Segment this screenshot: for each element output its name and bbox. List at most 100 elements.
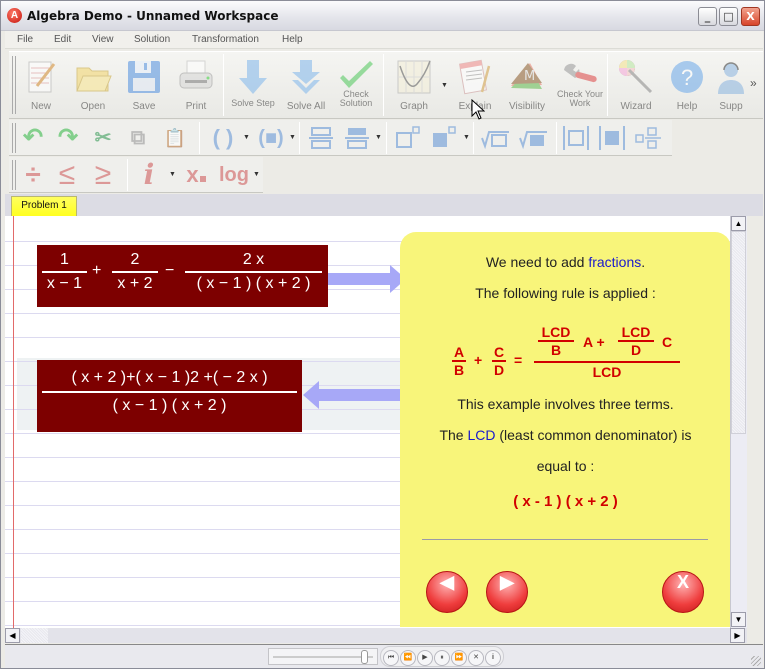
graph-button[interactable]: Graph xyxy=(389,54,439,116)
vertical-scrollbar[interactable]: ▲ ▼ xyxy=(730,216,747,628)
next-step-button[interactable]: ▶ xyxy=(486,571,528,613)
playback-speed-slider[interactable] xyxy=(268,648,378,665)
horizontal-scrollbar[interactable]: ◀ ▶ xyxy=(5,628,747,643)
scroll-down-button[interactable]: ▼ xyxy=(731,612,746,627)
power-filled-button[interactable] xyxy=(429,124,459,152)
graph-dropdown-icon[interactable]: ▼ xyxy=(441,82,448,89)
fraction-filled-button[interactable] xyxy=(343,124,371,152)
minimize-button[interactable]: _ xyxy=(698,7,717,26)
explanation-line-4: The LCD (least common denominator) is xyxy=(400,427,731,443)
pause-button[interactable]: ⏸ xyxy=(434,650,450,666)
solve-step-button[interactable]: Solve Step xyxy=(231,54,275,116)
paste-button[interactable]: 📋 xyxy=(161,124,189,152)
subscript-button[interactable]: x xyxy=(181,161,211,189)
help-button[interactable]: ? Help xyxy=(665,54,709,116)
log-dropdown-icon[interactable]: ▼ xyxy=(253,171,260,178)
solve-all-button[interactable]: Solve All xyxy=(281,54,331,116)
maximize-button[interactable]: □ xyxy=(719,7,738,26)
tab-problem-1[interactable]: Problem 1 xyxy=(11,196,77,216)
previous-step-button[interactable]: ◀ xyxy=(426,571,468,613)
result-expression[interactable]: ( x + 2 )+( x − 1 )2 +( − 2 x ) ( x − 1 … xyxy=(37,360,302,432)
open-button[interactable]: Open xyxy=(71,54,115,116)
operators-toolbar: ÷ ≤ ≥ i ▼ x log ▼ xyxy=(9,157,263,193)
divide-button[interactable]: ÷ xyxy=(19,161,47,189)
slider-thumb[interactable] xyxy=(361,650,368,664)
new-button[interactable]: New xyxy=(21,54,61,116)
original-expression[interactable]: 1 x − 1 + 2 x + 2 − 2 x ( x − 1 ) ( x + … xyxy=(37,245,328,307)
divide-icon: ÷ xyxy=(25,159,41,190)
scroll-right-button[interactable]: ▶ xyxy=(730,628,745,643)
power-button[interactable] xyxy=(393,124,423,152)
undo-icon: ↶ xyxy=(22,124,44,151)
check-your-work-button[interactable]: Check Your Work xyxy=(555,54,605,116)
scroll-up-button[interactable]: ▲ xyxy=(731,216,746,231)
parentheses-button[interactable]: ( ) xyxy=(205,124,241,152)
skip-to-start-button[interactable]: ⏮ xyxy=(383,650,399,666)
check-solution-button[interactable]: Check Solution xyxy=(335,54,377,116)
copy-button[interactable]: ⧉ xyxy=(124,124,152,152)
toolbar-grip[interactable] xyxy=(12,160,16,190)
menu-help[interactable]: Help xyxy=(282,34,303,45)
graph-label: Graph xyxy=(400,101,428,112)
menu-bar: File Edit View Solution Transformation H… xyxy=(5,31,763,49)
redo-button[interactable]: ↷ xyxy=(54,124,82,152)
fast-forward-button[interactable]: ⏩ xyxy=(451,650,467,666)
lcd-link[interactable]: LCD xyxy=(467,427,495,443)
scroll-left-button[interactable]: ◀ xyxy=(5,628,20,643)
power-dropdown-icon[interactable]: ▼ xyxy=(463,134,470,141)
wizard-label: Wizard xyxy=(620,101,652,112)
cut-button[interactable]: ✂ xyxy=(89,124,117,152)
menu-transformation[interactable]: Transformation xyxy=(192,34,259,45)
resize-grip-icon[interactable] xyxy=(751,656,761,666)
menu-view[interactable]: View xyxy=(92,34,114,45)
less-equal-button[interactable]: ≤ xyxy=(53,160,81,190)
stop-button[interactable]: ✕ xyxy=(468,650,484,666)
support-button[interactable]: Supp xyxy=(713,54,749,116)
parentheses-dropdown-icon[interactable]: ▼ xyxy=(243,134,250,141)
explanation-text: We need to add xyxy=(485,254,589,270)
visibility-button[interactable]: M Visibility xyxy=(503,54,551,116)
fraction-bar xyxy=(42,271,87,273)
mixed-number-button[interactable] xyxy=(633,124,663,152)
parentheses-filled-button[interactable]: (■) xyxy=(251,124,291,152)
fraction-dropdown-icon[interactable]: ▼ xyxy=(375,134,382,141)
close-window-button[interactable]: X xyxy=(741,7,760,26)
svg-text:?: ? xyxy=(681,65,693,90)
root-button[interactable] xyxy=(479,124,513,152)
rule-plus: + xyxy=(474,352,483,368)
fractions-link[interactable]: fractions xyxy=(588,254,641,270)
imaginary-dropdown-icon[interactable]: ▼ xyxy=(169,171,176,178)
magic-wand-icon xyxy=(619,60,653,94)
toolbar-grip[interactable] xyxy=(12,56,16,114)
support-agent-icon xyxy=(718,62,744,94)
floppy-disk-icon xyxy=(128,61,160,93)
explanation-line-5: equal to : xyxy=(536,458,595,474)
fraction-button[interactable] xyxy=(307,124,335,152)
minus-operator: − xyxy=(165,262,175,279)
toolbar-overflow-button[interactable]: » xyxy=(750,76,757,90)
rewind-button[interactable]: ⏪ xyxy=(400,650,416,666)
horizontal-scroll-thumb[interactable] xyxy=(21,628,48,643)
power-filled-icon xyxy=(433,126,456,147)
play-button[interactable]: ▶ xyxy=(417,650,433,666)
menu-edit[interactable]: Edit xyxy=(54,34,71,45)
menu-solution[interactable]: Solution xyxy=(134,34,170,45)
log-button[interactable]: log xyxy=(217,161,251,189)
vertical-scroll-thumb[interactable] xyxy=(731,231,746,434)
rule-lcd-over-d: LCD D xyxy=(618,324,654,358)
wizard-button[interactable]: Wizard xyxy=(613,54,659,116)
toolbar-grip[interactable] xyxy=(12,123,16,153)
parentheses-filled-dropdown-icon[interactable]: ▼ xyxy=(289,134,296,141)
greater-equal-button[interactable]: ≥ xyxy=(89,160,117,190)
menu-file[interactable]: File xyxy=(17,34,33,45)
save-button[interactable]: Save xyxy=(123,54,165,116)
absolute-value-button[interactable] xyxy=(561,124,591,152)
clipboard-icon: 📋 xyxy=(163,128,187,148)
undo-button[interactable]: ↶ xyxy=(19,124,47,152)
root-filled-button[interactable] xyxy=(517,124,551,152)
imaginary-button[interactable]: i xyxy=(137,161,161,189)
info-button[interactable]: i xyxy=(485,650,501,666)
close-explanation-button[interactable]: X xyxy=(662,571,704,613)
absolute-value-filled-button[interactable] xyxy=(597,124,627,152)
print-button[interactable]: Print xyxy=(175,54,217,116)
